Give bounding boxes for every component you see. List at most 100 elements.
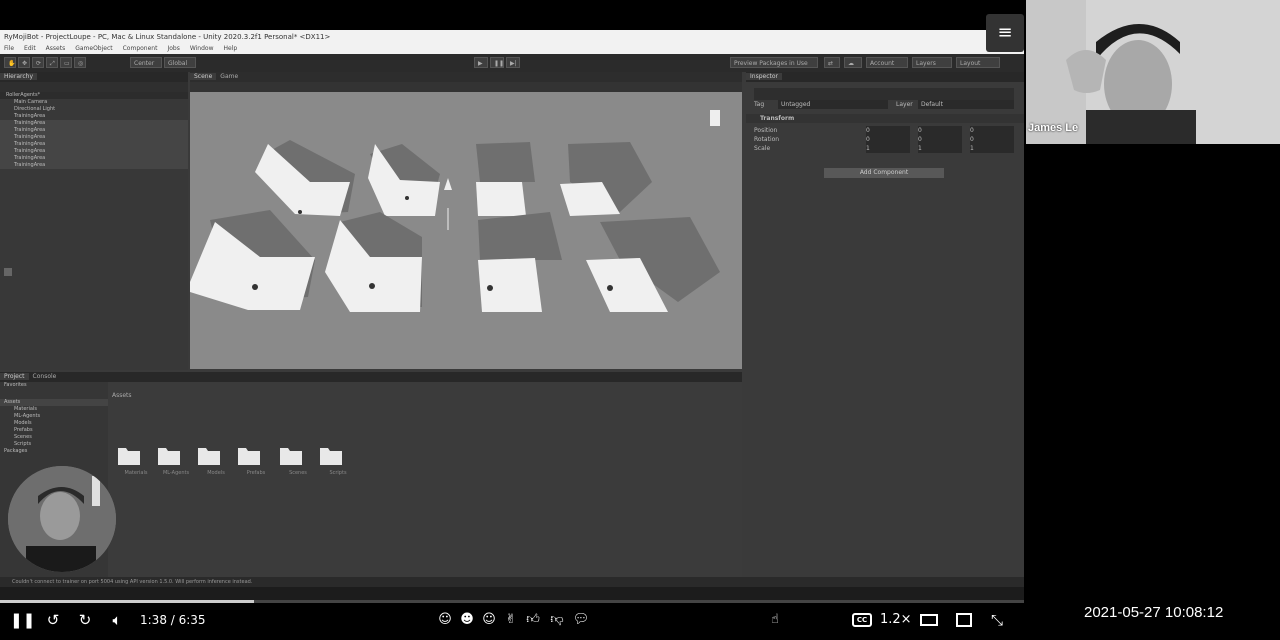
tab-inspector[interactable]: Inspector [746,73,782,80]
tab-hierarchy[interactable]: Hierarchy [0,73,38,80]
tab-console[interactable]: Console [29,373,61,380]
menu-assets[interactable]: Assets [46,45,66,52]
scale-y[interactable]: 1 [918,144,962,153]
assets-breadcrumb[interactable]: Assets [112,392,132,399]
laugh-reaction-icon[interactable]: ☺ [436,600,454,640]
pause-editor-icon[interactable]: ❚❚ [490,57,504,68]
love-reaction-icon[interactable]: ☻ [458,600,476,640]
tree-item[interactable]: Scenes [0,434,108,441]
scene-geometry [190,110,720,312]
scale-z[interactable]: 1 [970,144,1014,153]
tab-game[interactable]: Game [216,73,242,80]
pivot-center-toggle[interactable]: Center [130,57,162,68]
scale-row: Scale 1 1 1 [746,144,1024,153]
hierarchy-scene-root[interactable]: RollerAgents* [0,92,188,99]
hierarchy-search[interactable] [0,82,188,92]
hierarchy-item[interactable]: TrainingArea [0,113,188,120]
folder-item[interactable]: Materials [116,444,156,476]
rotate-tool-icon[interactable]: ⟳ [32,57,44,68]
tab-project[interactable]: Project [0,373,29,380]
folder-icon [280,448,302,465]
collab-icon[interactable]: ⇄ [824,57,840,68]
hierarchy-item[interactable]: TrainingArea [0,127,188,134]
fullscreen-exit-icon[interactable]: ⤡ [986,600,1008,640]
hand-tool-icon[interactable]: ✋ [4,57,16,68]
orientation-gizmo[interactable] [710,110,720,126]
scale-tool-icon[interactable]: ⤢ [46,57,58,68]
hierarchy-item[interactable]: TrainingArea [0,141,188,148]
side-handle-icon[interactable] [4,268,12,276]
forward-icon[interactable]: ↻ [74,600,96,640]
menu-help[interactable]: Help [224,45,238,52]
tag-dropdown[interactable]: Untagged [778,100,888,109]
tab-scene[interactable]: Scene [190,73,217,80]
menu-component[interactable]: Component [123,45,158,52]
hierarchy-item[interactable]: TrainingArea [0,134,188,141]
main-toolbar: ✋ ✥ ⟳ ⤢ ▭ ◎ Center Global ▶ ❚❚ ▶| Previe… [0,54,1024,72]
rotation-z[interactable]: 0 [970,135,1014,144]
menu-jobs[interactable]: Jobs [167,45,179,52]
position-y[interactable]: 0 [918,126,962,135]
step-icon[interactable]: ▶| [506,57,520,68]
tree-item-packages[interactable]: Packages [0,448,108,455]
status-message[interactable]: Couldn't connect to trainer on port 5004… [0,577,1024,587]
hierarchy-item[interactable]: Directional Light [0,106,188,113]
layer-dropdown[interactable]: Default [918,100,1014,109]
hamburger-icon[interactable]: ≡ [986,14,1024,52]
thumbs-down-icon[interactable]: 👎︎ [548,600,566,640]
thumbs-up-icon[interactable]: 👍︎ [524,600,542,640]
tree-item[interactable]: Materials [0,406,108,413]
agent-ball [369,283,375,289]
area-wall [476,142,535,182]
hierarchy-item[interactable]: TrainingArea [0,120,188,127]
folder-item[interactable]: Scenes [278,444,318,476]
speed-selector[interactable]: 1.2× [880,600,912,640]
menu-gameobject[interactable]: GameObject [75,45,112,52]
volume-icon[interactable]: 🔈︎ [106,600,128,640]
pause-icon[interactable]: ❚❚ [10,600,35,640]
hierarchy-item[interactable]: TrainingArea [0,148,188,155]
menu-file[interactable]: File [4,45,14,52]
comment-icon[interactable]: 💬︎ [572,600,590,640]
rotation-y[interactable]: 0 [918,135,962,144]
layers-dropdown[interactable]: Layers [912,57,952,68]
area-wall [478,212,562,260]
hierarchy-item[interactable]: TrainingArea [0,155,188,162]
scene-viewport[interactable] [190,92,742,369]
cc-icon[interactable]: CC [852,613,872,627]
rewind-icon[interactable]: ↺ [42,600,64,640]
pip-icon[interactable] [956,613,972,627]
menu-window[interactable]: Window [190,45,214,52]
menu-edit[interactable]: Edit [24,45,36,52]
tree-item[interactable]: Scripts [0,441,108,448]
folder-item[interactable]: Prefabs [236,444,276,476]
clap-reaction-icon[interactable]: ✌ [502,600,520,640]
favorites-label[interactable]: Favorites [0,382,108,389]
tree-item[interactable]: Prefabs [0,427,108,434]
rect-tool-icon[interactable]: ▭ [60,57,72,68]
transform-tool-icon[interactable]: ◎ [74,57,86,68]
scale-x[interactable]: 1 [866,144,910,153]
position-x[interactable]: 0 [866,126,910,135]
preview-packages-button[interactable]: Preview Packages in Use [730,57,818,68]
play-icon[interactable]: ▶ [474,57,488,68]
cloud-icon[interactable]: ☁ [844,57,862,68]
layout-dropdown[interactable]: Layout [956,57,1000,68]
wow-reaction-icon[interactable]: ☺ [480,600,498,640]
tree-item[interactable]: ML-Agents [0,413,108,420]
add-component-button[interactable]: Add Component [824,168,944,178]
folder-item[interactable]: ML-Agents [156,444,196,476]
hierarchy-item[interactable]: Main Camera [0,99,188,106]
transform-header[interactable]: Transform [746,114,1024,123]
folder-item[interactable]: Models [196,444,236,476]
position-z[interactable]: 0 [970,126,1014,135]
rotation-x[interactable]: 0 [866,135,910,144]
move-tool-icon[interactable]: ✥ [18,57,30,68]
account-dropdown[interactable]: Account [866,57,908,68]
tree-item[interactable]: Models [0,420,108,427]
theater-icon[interactable] [920,614,938,626]
tree-item-assets[interactable]: Assets [0,399,108,406]
hierarchy-item[interactable]: TrainingArea [0,162,188,169]
global-local-toggle[interactable]: Global [164,57,196,68]
folder-item[interactable]: Scripts [318,444,358,476]
